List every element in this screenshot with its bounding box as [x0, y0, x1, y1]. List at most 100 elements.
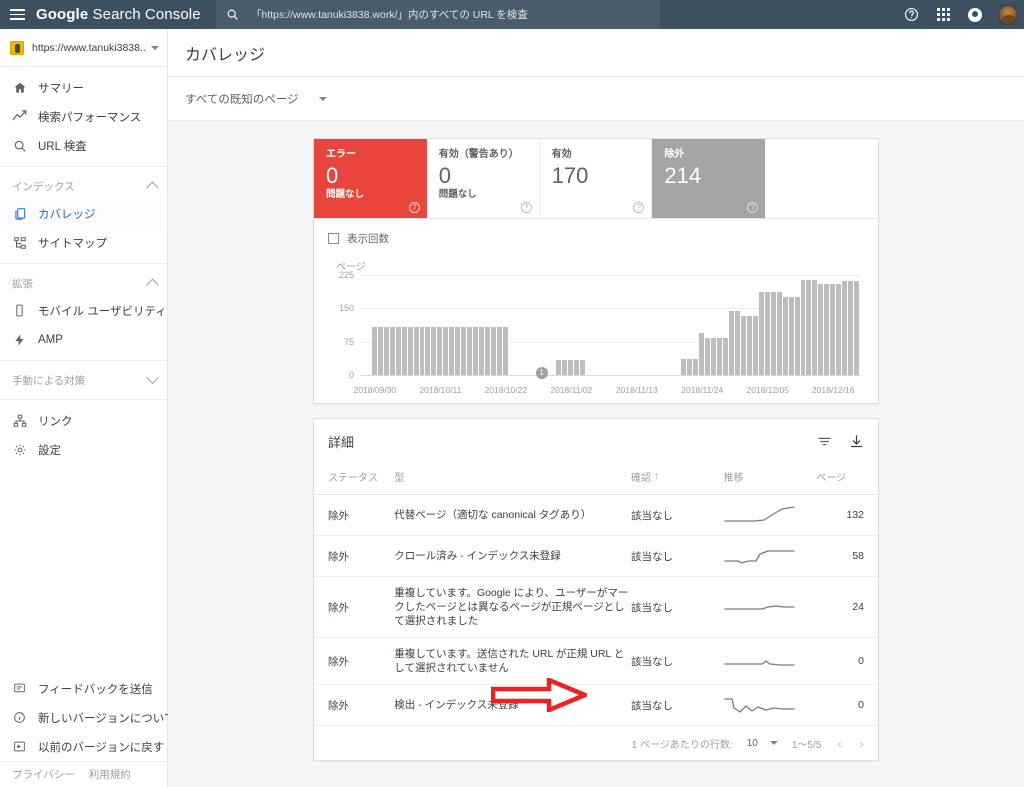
cell-validation: 該当なし: [630, 494, 724, 536]
sidebar-item-coverage[interactable]: カバレッジ: [0, 199, 167, 228]
previous-page-button[interactable]: ‹: [835, 736, 843, 751]
sidebar-item-about-new-version[interactable]: 新しいバージョンについて: [0, 703, 175, 732]
table-header-row: ステータス 型 確認 ↑ 推移 ページ: [314, 463, 878, 495]
sidebar-item-amp[interactable]: AMP: [0, 325, 167, 354]
status-tile-valid[interactable]: 有効 170 ?: [540, 139, 653, 218]
content-area: エラー 0 問題なし ? 有効（警告あり） 0 問題なし ? 有効 170 ? …: [168, 121, 1024, 787]
sidebar-group-index[interactable]: インデックス: [0, 173, 167, 199]
sidebar-group-label: 手動による対策: [12, 374, 86, 387]
mobile-icon: [12, 303, 27, 318]
cell-trend: [723, 684, 817, 726]
sidebar-item-label: 検索パフォーマンス: [38, 111, 142, 124]
table-row[interactable]: 除外 代替ページ（適切な canonical タグあり） 該当なし 132: [314, 494, 878, 536]
chevron-down-icon: [318, 96, 327, 101]
status-tile-excluded[interactable]: 除外 214 ?: [652, 139, 766, 218]
sidebar-section-enhancements: 拡張 モバイル ユーザビリティ AMP: [0, 263, 167, 360]
sidebar-item-send-feedback[interactable]: フィードバックを送信: [0, 674, 167, 703]
page-title: カバレッジ: [185, 46, 266, 64]
cell-trend: [723, 576, 817, 638]
download-icon[interactable]: [848, 433, 864, 449]
details-header: 詳細: [314, 419, 878, 463]
rows-per-page-select[interactable]: 10: [747, 738, 778, 749]
search-icon: [226, 8, 239, 21]
table-row[interactable]: 除外 検出 - インデックス未登録 該当なし 0: [314, 684, 878, 726]
cell-type: クロール済み - インデックス未登録: [394, 535, 631, 577]
sidebar-item-label: 新しいバージョンについて: [38, 712, 176, 725]
page-filter-dropdown[interactable]: すべての既知のページ: [185, 91, 327, 107]
property-selector[interactable]: https://www.tanuki3838....: [0, 29, 167, 67]
chart-bar[interactable]: [580, 359, 587, 375]
sidebar-group-enhancements[interactable]: 拡張: [0, 270, 167, 296]
status-tile-valid-with-warnings[interactable]: 有効（警告あり） 0 問題なし ?: [427, 139, 540, 218]
sidebar-group-manual-actions[interactable]: 手動による対策: [0, 367, 167, 393]
status-tile-sub: 問題なし: [326, 189, 365, 200]
table-row[interactable]: 除外 クロール済み - インデックス未登録 該当なし 58: [314, 535, 878, 577]
sidebar-section-other: リンク 設定: [0, 399, 167, 470]
search-icon: [12, 138, 27, 153]
status-tile-value: 0: [438, 163, 452, 188]
column-header-pages[interactable]: ページ: [816, 463, 878, 495]
sidebar-item-summary[interactable]: サマリー: [0, 73, 167, 102]
sidebar-utility-section: フィードバックを送信 新しいバージョンについて 以前のバージョンに戻す プライバ…: [0, 674, 175, 787]
sidebar-item-mobile-usability[interactable]: モバイル ユーザビリティ: [0, 296, 167, 325]
coverage-chart: 表示回数 ページ 0 75 150 225 2018/09/30 2018/10/11 2…: [314, 219, 878, 403]
apps-grid-icon[interactable]: [934, 6, 952, 24]
header-actions: [902, 0, 1018, 29]
chart-annotation-marker[interactable]: 1: [535, 367, 548, 379]
column-header-trend[interactable]: 推移: [723, 463, 817, 495]
cell-type-label: 検出 - インデックス未登録: [394, 699, 519, 711]
sidebar-item-back-to-old-version[interactable]: 以前のバージョンに戻す: [0, 732, 167, 761]
trend-sparkline-icon: [723, 660, 795, 666]
chart-y-tick-label: 75: [343, 336, 354, 347]
checkbox-unchecked-icon[interactable]: [328, 233, 339, 244]
chevron-down-icon: [151, 45, 159, 50]
status-tile-label: 有効（警告あり）: [438, 149, 519, 160]
sidebar-item-settings[interactable]: 設定: [0, 435, 167, 464]
status-tile-label: エラー: [326, 149, 356, 160]
status-tile-error[interactable]: エラー 0 問題なし ?: [314, 139, 427, 218]
chart-x-axis: 2018/09/30 2018/10/11 2018/10/22 2018/11/02…: [354, 367, 860, 397]
status-tile-value: 170: [551, 163, 589, 188]
terms-link[interactable]: 利用規約: [89, 767, 131, 782]
sidebar-footer-links: プライバシー 利用規約: [0, 761, 167, 787]
avatar[interactable]: [998, 4, 1018, 25]
column-header-status[interactable]: ステータス: [314, 463, 395, 495]
help-icon[interactable]: [902, 6, 920, 24]
sidebar-item-links[interactable]: リンク: [0, 406, 167, 435]
search-input-value[interactable]: 「https://www.tanuki3838.work/」内のすべての URL…: [251, 7, 528, 22]
table-row[interactable]: 除外 重複しています。送信された URL が正規 URL として選択されていません…: [314, 637, 878, 685]
next-page-button[interactable]: ›: [858, 736, 866, 751]
sitemap-icon: [12, 235, 27, 250]
impressions-legend-toggle[interactable]: 表示回数: [328, 231, 864, 246]
sidebar-item-label: サイトマップ: [38, 237, 107, 250]
brand-logo: Google Search Console: [36, 6, 201, 23]
chart-bar[interactable]: [854, 281, 861, 375]
details-panel: 詳細 ステータス 型 確認 ↑ 推移 ページ 除外 代替ページ（適切な cano…: [313, 418, 879, 761]
privacy-link[interactable]: プライバシー: [12, 767, 75, 782]
help-icon[interactable]: ?: [633, 202, 645, 213]
chart-bar[interactable]: [502, 327, 509, 375]
help-icon[interactable]: ?: [408, 202, 420, 213]
help-icon[interactable]: ?: [520, 202, 532, 213]
sidebar-item-sitemaps[interactable]: サイトマップ: [0, 228, 167, 257]
pages-icon: [12, 206, 27, 221]
chart-y-tick-label: 225: [338, 270, 354, 280]
sidebar-item-url-inspection[interactable]: URL 検査: [0, 131, 167, 160]
column-header-validation-label: 確認: [630, 473, 651, 484]
chevron-up-icon: [146, 181, 159, 194]
column-header-validation[interactable]: 確認 ↑: [630, 463, 724, 495]
property-url-label: https://www.tanuki3838....: [32, 41, 147, 54]
help-icon[interactable]: ?: [747, 202, 759, 213]
bolt-icon: [12, 332, 27, 347]
chart-x-tick-label: 2018/10/22: [484, 385, 528, 395]
url-inspection-search-bar[interactable]: 「https://www.tanuki3838.work/」内のすべての URL…: [216, 0, 660, 29]
table-row[interactable]: 除外 重複しています。Google により、ユーザーがマークしたページとは異なるペ…: [314, 576, 878, 638]
main-content: カバレッジ すべての既知のページ エラー 0 問題なし ? 有効（警告あり） 0…: [168, 29, 1024, 787]
sidebar-item-search-performance[interactable]: 検索パフォーマンス: [0, 102, 167, 131]
chart-bars: [360, 275, 861, 375]
column-header-type[interactable]: 型: [394, 463, 631, 495]
filter-icon[interactable]: [816, 433, 832, 449]
notifications-icon[interactable]: [966, 6, 984, 24]
cell-type-label: クロール済み - インデックス未登録: [394, 550, 561, 562]
hamburger-menu-icon[interactable]: [0, 0, 34, 29]
